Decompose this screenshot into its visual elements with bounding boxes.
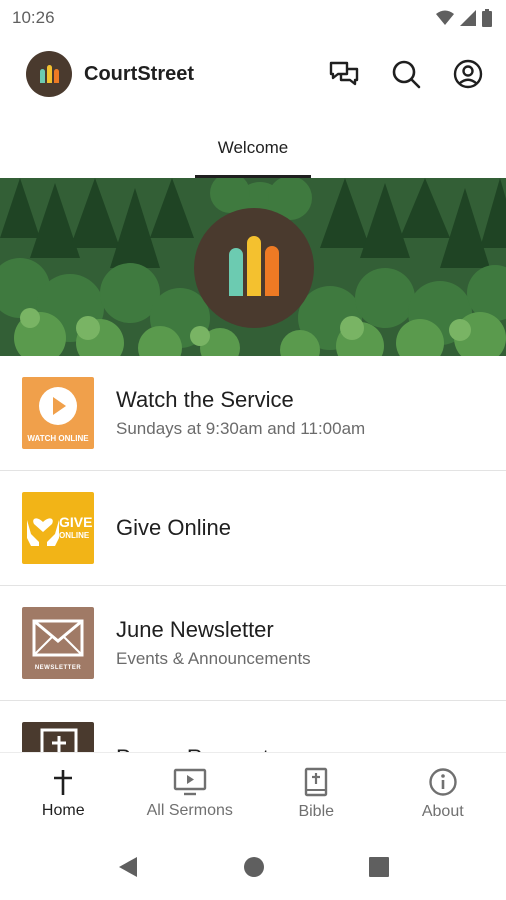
hero-logo-bar-orange [265, 246, 279, 296]
status-time: 10:26 [12, 8, 55, 27]
logo-bar-orange [53, 69, 59, 83]
watch-online-thumbnail: WATCH ONLINE [22, 377, 94, 449]
list-item-title: Watch the Service [116, 387, 294, 412]
list-item-title: June Newsletter [116, 617, 274, 642]
give-caption-line1: GIVE [59, 514, 93, 530]
watch-online-caption: WATCH ONLINE [27, 434, 89, 443]
home-icon[interactable] [243, 856, 265, 878]
bottom-nav: Home All Sermons Bible About [0, 752, 506, 834]
app-logo[interactable] [26, 51, 72, 97]
list-item-text: Give Online [116, 515, 231, 541]
cross-icon [54, 769, 73, 795]
list-item-watch-service[interactable]: WATCH ONLINE Watch the Service Sundays a… [0, 356, 506, 471]
hero-logo [194, 208, 314, 328]
nav-all-sermons-label: All Sermons [146, 801, 233, 819]
list-item-subtitle: Events & Announcements [116, 649, 311, 668]
system-nav-bar [0, 834, 506, 900]
chat-button[interactable] [324, 54, 364, 94]
nav-home-label: Home [41, 801, 85, 819]
newsletter-caption: NEWSLETTER [34, 665, 82, 671]
nav-bible[interactable]: Bible [253, 753, 380, 834]
cell-signal-icon [460, 10, 476, 26]
wifi-icon [436, 10, 454, 25]
give-caption-line2: ONLINE [59, 531, 90, 540]
search-icon [392, 60, 421, 89]
info-icon [429, 767, 457, 796]
tab-bar: Welcome [0, 118, 506, 178]
list-item-title: Give Online [116, 515, 231, 540]
hero-logo-bar-yellow [247, 236, 261, 296]
give-online-thumbnail: GIVE ONLINE [22, 492, 94, 564]
status-bar: 10:26 [0, 0, 506, 36]
list-item-give-online[interactable]: GIVE ONLINE Give Online [0, 471, 506, 586]
recents-icon[interactable] [369, 857, 389, 877]
nav-all-sermons[interactable]: All Sermons [127, 753, 254, 834]
hero-logo-bar-teal [229, 248, 243, 296]
newsletter-thumbnail: NEWSLETTER [22, 607, 94, 679]
app-actions [324, 54, 488, 94]
account-icon [453, 59, 483, 89]
tab-welcome[interactable]: Welcome [195, 118, 311, 178]
profile-button[interactable] [448, 54, 488, 94]
back-icon[interactable] [117, 855, 139, 879]
status-icons [436, 9, 492, 27]
chat-icon [329, 61, 359, 86]
search-button[interactable] [386, 54, 426, 94]
logo-bar-teal [39, 69, 45, 83]
list-item-text: June Newsletter Events & Announcements [116, 617, 311, 669]
list-item-subtitle: Sundays at 9:30am and 11:00am [116, 419, 366, 438]
nav-home[interactable]: Home [0, 753, 127, 834]
list-item-text: Watch the Service Sundays at 9:30am and … [116, 387, 365, 439]
feed-list: WATCH ONLINE Watch the Service Sundays a… [0, 356, 506, 816]
nav-about[interactable]: About [380, 753, 506, 834]
tv-play-icon [173, 768, 206, 795]
battery-icon [482, 9, 492, 27]
app-title: CourtStreet [84, 62, 195, 85]
bible-icon [305, 767, 328, 796]
hero-banner [0, 178, 506, 356]
list-item-newsletter[interactable]: NEWSLETTER June Newsletter Events & Anno… [0, 586, 506, 701]
nav-bible-label: Bible [298, 802, 335, 820]
tab-welcome-label: Welcome [217, 138, 289, 157]
nav-about-label: About [421, 802, 464, 820]
heart-hands-icon [27, 518, 59, 546]
logo-bar-yellow [46, 65, 52, 83]
app-bar: CourtStreet [0, 40, 506, 108]
